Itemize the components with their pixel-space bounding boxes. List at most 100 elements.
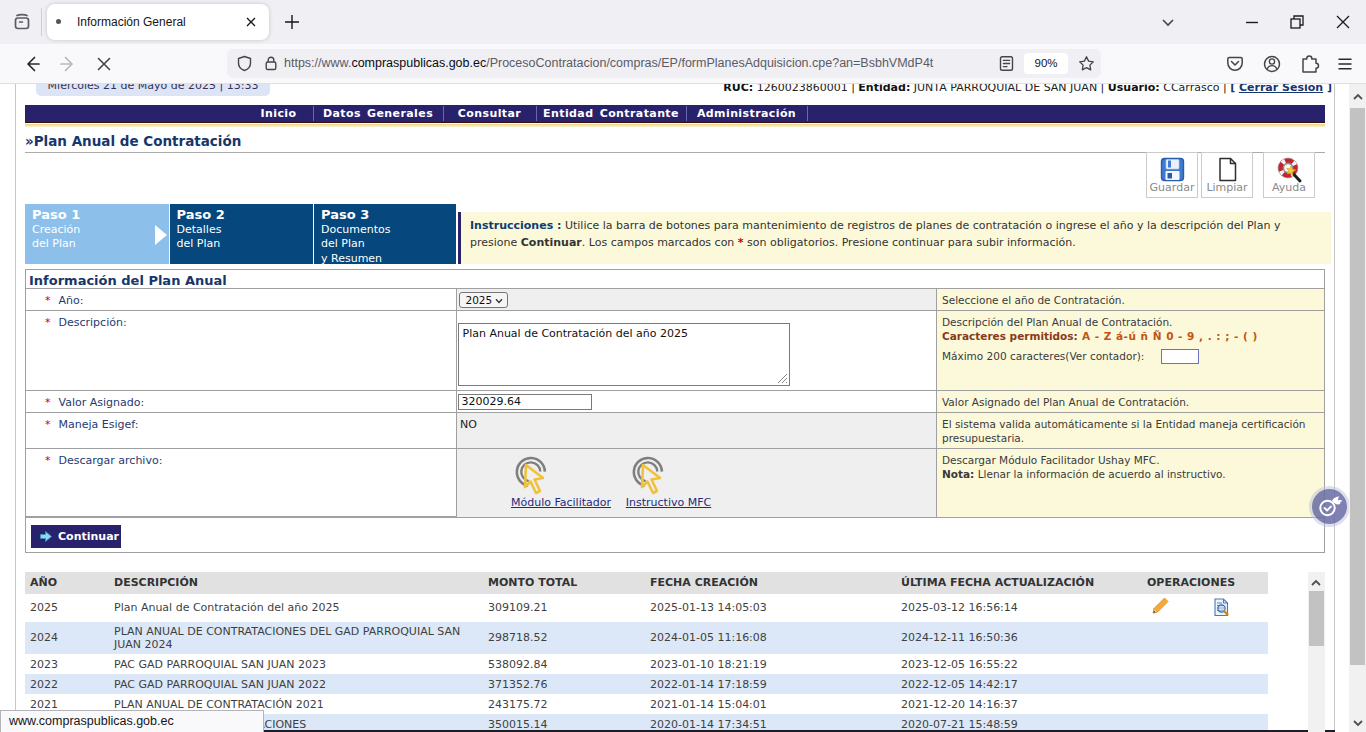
window-minimize-button[interactable]	[1236, 6, 1268, 38]
th-monto[interactable]: MONTO TOTAL	[488, 572, 577, 594]
list-tabs-chevron-icon[interactable]	[1152, 6, 1184, 38]
continuar-button[interactable]: Continuar	[31, 525, 121, 548]
anio-label-text: Año:	[59, 294, 84, 307]
step-1-arrow-icon	[155, 225, 167, 245]
cell-desc: Plan Anual de Contratación del año 2025	[114, 601, 474, 614]
extensions-puzzle-icon[interactable]	[1296, 50, 1324, 78]
th-operaciones[interactable]: OPERACIONES	[1147, 572, 1235, 594]
step-2-box: Paso 2 Detalles del Plan	[170, 204, 314, 265]
stop-button[interactable]	[90, 50, 118, 78]
table-row[interactable]: 2024 PLAN ANUAL DE CONTRATACIONES DEL GA…	[25, 622, 1268, 654]
step-3-line1: Documentos	[321, 223, 456, 238]
valor-label-text: Valor Asignado:	[59, 396, 145, 409]
menu-item-consultar[interactable]: Consultar	[443, 107, 536, 121]
cell-actualizacion: 2021-12-20 14:16:37	[901, 698, 1018, 711]
esigef-help-text: El sistema valida automáticamente si la …	[942, 418, 1306, 444]
menu-item-administracion[interactable]: Administración	[686, 107, 807, 121]
scroll-up-icon[interactable]	[1311, 579, 1321, 587]
required-star: *	[45, 454, 51, 467]
forward-button[interactable]	[54, 50, 82, 78]
instructivo-mfc-link[interactable]: Instructivo MFC	[606, 496, 731, 509]
counter-input[interactable]	[1161, 349, 1199, 364]
step-1-line2: del Plan	[32, 237, 169, 252]
menu-item-datos-generales[interactable]: Datos Generales	[313, 107, 443, 121]
ayuda-button[interactable]: Ayuda	[1263, 152, 1315, 198]
download-click-icon[interactable]	[626, 455, 674, 497]
entidad-label: Entidad:	[858, 84, 910, 94]
cell-monto: 298718.52	[488, 631, 548, 644]
pocket-icon[interactable]	[1221, 50, 1249, 78]
nota-label: Nota:	[942, 468, 974, 480]
nota-text: Llenar la información de acuerdo al inst…	[974, 468, 1225, 480]
tab-close-icon[interactable]	[239, 10, 263, 34]
page-left-border	[15, 84, 16, 732]
step-1-title: Paso 1	[32, 207, 169, 222]
menu-item-inicio[interactable]: Inicio	[244, 107, 313, 121]
descripcion-textarea[interactable]: Plan Anual de Contratación del año 2025	[458, 323, 790, 386]
anio-label: *Año:	[45, 294, 83, 307]
esigef-label: *Maneja Esigef:	[45, 418, 138, 431]
browser-scrollbar-thumb[interactable]	[1350, 108, 1365, 665]
date-badge: Miércoles 21 de Mayo de 2025 | 13:33	[36, 84, 270, 96]
th-year[interactable]: AÑO	[30, 572, 57, 594]
tracking-protection-shield-icon[interactable]	[236, 55, 253, 72]
table-scrollbar-thumb[interactable]	[1309, 591, 1324, 646]
firefox-view-icon[interactable]	[11, 11, 33, 33]
guardar-button[interactable]: Guardar	[1146, 152, 1198, 198]
descripcion-help-line3: Máximo 200 caracteres(Ver contador):	[942, 349, 1324, 363]
limpiar-label: Limpiar	[1202, 181, 1252, 194]
descripcion-label-text: Descripción:	[59, 316, 127, 329]
th-desc[interactable]: DESCRIPCIÓN	[114, 572, 198, 594]
download-click-icon[interactable]	[509, 455, 557, 497]
descripcion-help-line2: Caracteres permitidos: A - Z á-ú ñ Ñ 0 -…	[942, 329, 1324, 343]
anio-help-text: Seleccione el año de Contratación.	[942, 294, 1125, 306]
menu-item-entidad-contratante[interactable]: Entidad Contratante	[536, 107, 686, 121]
cell-actualizacion: 2023-12-05 16:55:22	[901, 658, 1018, 671]
window-restore-button[interactable]	[1281, 6, 1313, 38]
valor-input[interactable]: 320029.64	[458, 394, 592, 410]
https-lock-icon[interactable]	[263, 55, 279, 72]
gold-band	[25, 124, 1325, 127]
cell-creacion: 2022-01-14 17:18:59	[650, 678, 767, 691]
th-actualizacion[interactable]: ÚLTIMA FECHA ACTUALIZACIÓN	[901, 572, 1094, 594]
descargar-help-line2: Nota: Llenar la información de acuerdo a…	[942, 467, 1324, 481]
tab-strip: Información General	[0, 0, 1366, 44]
anio-select[interactable]: 2025	[459, 292, 508, 309]
url-bar[interactable]: https://www.compraspublicas.gob.ec/Proce…	[227, 49, 1101, 78]
th-creacion[interactable]: FECHA CREACIÓN	[650, 572, 758, 594]
hamburger-menu-icon[interactable]	[1331, 50, 1359, 78]
edit-pencil-icon[interactable]	[1150, 596, 1170, 616]
reader-mode-icon[interactable]	[998, 55, 1015, 72]
column-divider	[936, 288, 937, 517]
required-star: *	[45, 316, 51, 329]
zoom-level-button[interactable]: 90%	[1024, 53, 1068, 74]
new-tab-button[interactable]	[278, 8, 306, 36]
limpiar-button[interactable]: Limpiar	[1201, 152, 1253, 198]
account-icon[interactable]	[1258, 50, 1286, 78]
cell-creacion: 2025-01-13 14:05:03	[650, 601, 767, 614]
table-scrollbar[interactable]	[1308, 572, 1325, 732]
chars-label: Caracteres permitidos:	[942, 330, 1078, 342]
table-row[interactable]: 2025 Plan Anual de Contratación del año …	[25, 594, 1268, 622]
scroll-up-icon[interactable]	[1353, 93, 1363, 101]
logout-link[interactable]: [ Cerrar Sesión ]	[1230, 84, 1332, 94]
back-button[interactable]	[18, 50, 46, 78]
view-detail-icon[interactable]	[1212, 598, 1231, 617]
browser-scrollbar[interactable]	[1349, 84, 1366, 732]
bookmark-star-icon[interactable]	[1078, 55, 1095, 72]
table-row[interactable]: 2022 PAC GAD PARROQUIAL SAN JUAN 2022 37…	[25, 674, 1268, 694]
esigef-value: NO	[460, 418, 477, 431]
separator: |	[1097, 84, 1108, 94]
window-close-button[interactable]	[1327, 6, 1359, 38]
navigation-toolbar: https://www.compraspublicas.gob.ec/Proce…	[0, 44, 1366, 84]
usuario-value: CCarrasco	[1163, 84, 1219, 94]
scroll-down-icon[interactable]	[1353, 719, 1363, 727]
cell-monto: 371352.76	[488, 678, 548, 691]
step-2-title: Paso 2	[177, 207, 314, 222]
table-row[interactable]: 2023 PAC GAD PARROQUIAL SAN JUAN 2023 53…	[25, 654, 1268, 675]
floating-timer-widget[interactable]	[1312, 489, 1347, 524]
step-3-box: Paso 3 Documentos del Plan y Resumen	[314, 204, 456, 265]
active-tab[interactable]: Información General	[47, 4, 269, 40]
textarea-resize-grip[interactable]	[777, 373, 788, 384]
column-divider	[456, 288, 457, 517]
